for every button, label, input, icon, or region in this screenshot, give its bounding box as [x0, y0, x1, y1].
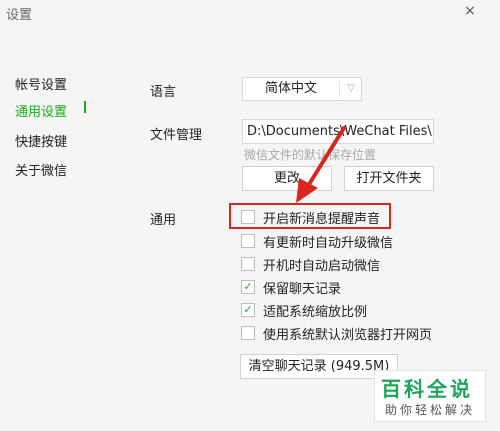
checkbox[interactable]: [241, 234, 255, 248]
watermark-title: 百科全说: [381, 377, 473, 401]
open-folder-button[interactable]: 打开文件夹: [344, 166, 434, 191]
general-label: 通用: [150, 213, 177, 228]
change-button[interactable]: 更改: [242, 166, 332, 191]
chevron-down-icon[interactable]: ▽: [343, 78, 359, 100]
sidebar-item-account[interactable]: 帐号设置: [15, 74, 67, 93]
sidebar-item-general[interactable]: 通用设置: [15, 101, 67, 120]
window-title: 设置: [6, 8, 33, 23]
checkbox-checked[interactable]: ✓: [241, 303, 255, 317]
checkbox[interactable]: [241, 326, 255, 340]
language-label: 语言: [150, 85, 177, 100]
highlight-box: [229, 203, 391, 229]
close-icon[interactable]: ×: [458, 2, 482, 20]
option-label: 有更新时自动升级微信: [263, 236, 394, 251]
checkbox-checked[interactable]: ✓: [241, 280, 255, 294]
file-management-label: 文件管理: [150, 128, 203, 143]
sidebar-item-shortcuts[interactable]: 快捷按键: [15, 131, 67, 150]
file-path-field[interactable]: D:\Documents\WeChat Files\: [242, 119, 434, 144]
file-path-hint: 微信文件的默认保存位置: [244, 148, 377, 162]
checkbox[interactable]: [241, 257, 255, 271]
watermark-subtitle: 助你轻松解决: [385, 403, 476, 417]
option-label: 适配系统缩放比例: [263, 305, 368, 320]
option-label: 保留聊天记录: [263, 282, 342, 297]
watermark-logo: 百科全说 助你轻松解决: [374, 370, 486, 422]
sidebar-item-about[interactable]: 关于微信: [15, 160, 67, 179]
option-label: 使用系统默认浏览器打开网页: [263, 328, 433, 343]
select-divider: [339, 81, 340, 97]
option-label: 开机时自动启动微信: [263, 259, 381, 274]
language-select[interactable]: 简体中文 ▽: [242, 77, 362, 101]
active-indicator: [84, 101, 86, 113]
language-select-value: 简体中文: [264, 81, 317, 96]
